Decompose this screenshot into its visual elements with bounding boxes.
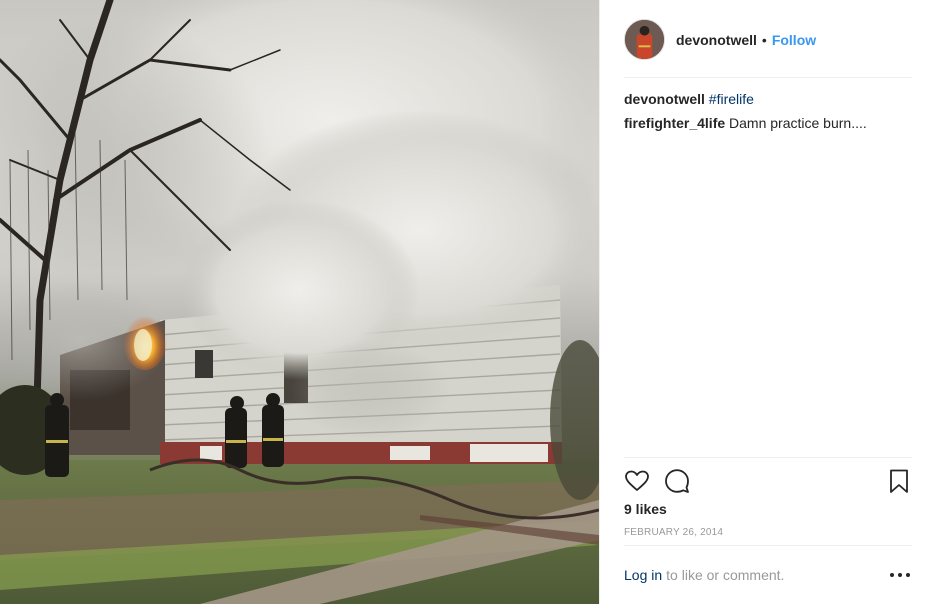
action-bar bbox=[624, 457, 912, 503]
likes-count[interactable]: 9 likes bbox=[624, 501, 667, 517]
caption: devonotwell #firelife bbox=[624, 90, 912, 108]
speech-bubble-icon[interactable] bbox=[664, 468, 690, 494]
follow-button[interactable]: Follow bbox=[772, 32, 816, 48]
burning-house-image bbox=[0, 0, 599, 604]
post-date[interactable]: FEBRUARY 26, 2014 bbox=[624, 527, 723, 538]
heart-icon[interactable] bbox=[624, 468, 650, 494]
bookmark-icon[interactable] bbox=[886, 468, 912, 494]
comment-username[interactable]: devonotwell bbox=[624, 91, 705, 107]
author-username[interactable]: devonotwell bbox=[676, 32, 757, 48]
login-link[interactable]: Log in bbox=[624, 567, 662, 583]
more-dot bbox=[906, 573, 910, 577]
post-photo[interactable] bbox=[0, 0, 599, 604]
separator-dot: • bbox=[761, 31, 767, 48]
comment-item: firefighter_4life Damn practice burn.... bbox=[624, 114, 912, 132]
hashtag-link[interactable]: #firelife bbox=[709, 91, 754, 107]
more-options-icon[interactable] bbox=[890, 568, 910, 582]
post-side-panel: devonotwell • Follow devonotwell #fireli… bbox=[599, 0, 937, 604]
login-prompt-text: to like or comment. bbox=[666, 567, 785, 583]
avatar-image bbox=[625, 20, 664, 59]
more-dot bbox=[890, 573, 894, 577]
comment-username[interactable]: firefighter_4life bbox=[624, 115, 725, 131]
comment-list: devonotwell #firelife firefighter_4life … bbox=[624, 90, 912, 138]
post-footer: Log in to like or comment. bbox=[624, 545, 912, 604]
avatar[interactable] bbox=[624, 19, 665, 60]
more-dot bbox=[898, 573, 902, 577]
post-header: devonotwell • Follow bbox=[624, 16, 912, 78]
author-line: devonotwell • Follow bbox=[676, 32, 816, 48]
comment-text: Damn practice burn.... bbox=[729, 115, 867, 131]
